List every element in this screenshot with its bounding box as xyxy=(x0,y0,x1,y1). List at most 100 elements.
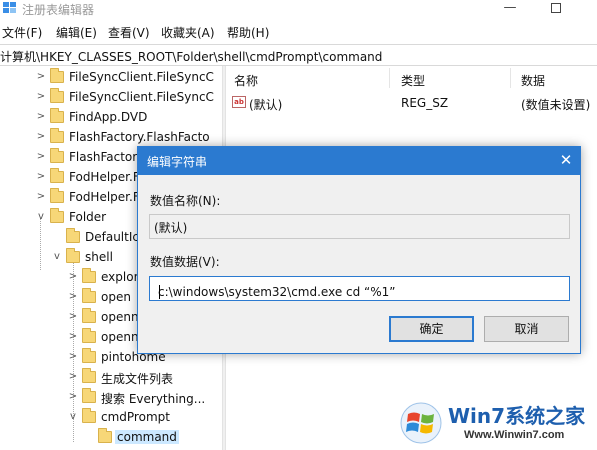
folder-icon xyxy=(82,348,96,363)
dialog-title: 编辑字符串 xyxy=(147,155,208,169)
collapse-chevron-icon[interactable]: v xyxy=(52,252,62,262)
site-watermark: Win7系统之家 Www.Winwin7.com xyxy=(398,396,597,450)
folder-icon xyxy=(82,328,96,343)
expand-chevron-icon[interactable]: > xyxy=(36,72,46,82)
dialog-title-bar[interactable]: 编辑字符串 ✕ xyxy=(138,147,580,175)
string-value-icon: ab xyxy=(232,96,246,108)
folder-icon xyxy=(50,88,64,103)
registry-app-icon xyxy=(3,2,16,13)
value-data-string: c:\windows\system32\cmd.exe cd “%1” xyxy=(158,285,396,299)
value-name-field: (默认) xyxy=(149,214,570,239)
windows-flag-logo-icon xyxy=(400,402,442,444)
tree-item-label: cmdPrompt xyxy=(101,410,170,424)
menu-help[interactable]: 帮助(H) xyxy=(227,24,269,41)
expand-chevron-icon[interactable]: > xyxy=(68,352,78,362)
expand-chevron-icon[interactable]: > xyxy=(36,192,46,202)
expand-chevron-icon[interactable]: > xyxy=(68,372,78,382)
ok-button[interactable]: 确定 xyxy=(389,316,474,342)
folder-icon xyxy=(66,228,80,243)
folder-icon xyxy=(50,148,64,163)
tree-item-label: openn xyxy=(101,310,139,324)
tree-item-label: FlashFactory.FlashFacto xyxy=(69,130,210,144)
expand-chevron-icon[interactable]: > xyxy=(36,152,46,162)
tree-item-cmdprompt[interactable]: v cmdPrompt xyxy=(0,408,222,428)
folder-icon xyxy=(82,388,96,403)
expand-chevron-icon[interactable]: > xyxy=(68,392,78,402)
tree-item-label: openn xyxy=(101,330,139,344)
folder-icon xyxy=(50,108,64,123)
column-separator[interactable] xyxy=(510,68,511,88)
tree-item-generate-file-list[interactable]: > 生成文件列表 xyxy=(0,368,222,388)
folder-icon xyxy=(82,288,96,303)
folder-icon xyxy=(50,68,64,83)
folder-icon xyxy=(50,188,64,203)
folder-icon xyxy=(82,268,96,283)
menu-file[interactable]: 文件(F) xyxy=(2,24,42,41)
tree-item-label: FileSyncClient.FileSyncC xyxy=(69,70,214,84)
expand-chevron-icon[interactable]: > xyxy=(68,332,78,342)
tree-item-label: command xyxy=(115,430,179,444)
tree-item-label: Folder xyxy=(69,210,107,224)
watermark-url: Www.Winwin7.com xyxy=(464,429,565,441)
address-path[interactable]: 计算机\HKEY_CLASSES_ROOT\Folder\shell\cmdPr… xyxy=(0,48,382,65)
tree-item-command[interactable]: command xyxy=(0,428,222,448)
value-name-label: 数值名称(N): xyxy=(150,194,221,208)
tree-item-findapp-dvd[interactable]: > FindApp.DVD xyxy=(0,108,222,128)
expand-chevron-icon[interactable]: > xyxy=(36,132,46,142)
tree-item-label: 生成文件列表 xyxy=(101,372,174,386)
folder-icon xyxy=(50,168,64,183)
collapse-chevron-icon[interactable]: v xyxy=(36,212,46,222)
tree-item-label: FodHelper.F xyxy=(69,170,140,184)
tree-item-label: FileSyncClient.FileSyncC xyxy=(69,90,214,104)
edit-string-dialog: 编辑字符串 ✕ 数值名称(N): (默认) 数值数据(V): c:\window… xyxy=(137,146,581,354)
column-header-data[interactable]: 数据 xyxy=(521,72,545,89)
menu-edit[interactable]: 编辑(E) xyxy=(56,24,97,41)
expand-chevron-icon[interactable]: > xyxy=(68,272,78,282)
tree-item-flashfactory-1[interactable]: > FlashFactory.FlashFacto xyxy=(0,128,222,148)
tree-item-label: FodHelper.F xyxy=(69,190,140,204)
value-data-cell: (数值未设置) xyxy=(521,98,591,112)
tree-item-search-everything[interactable]: > 搜索 Everything... xyxy=(0,388,222,408)
folder-icon xyxy=(82,408,96,423)
menu-bar: 文件(F) 编辑(E) 查看(V) 收藏夹(A) 帮助(H) xyxy=(0,18,597,44)
value-data-input[interactable]: c:\windows\system32\cmd.exe cd “%1” xyxy=(149,276,570,301)
expand-chevron-icon[interactable]: > xyxy=(68,292,78,302)
address-bar[interactable]: 计算机\HKEY_CLASSES_ROOT\Folder\shell\cmdPr… xyxy=(0,44,597,66)
folder-icon xyxy=(66,248,80,263)
tree-item-filesyncclient-1[interactable]: > FileSyncClient.FileSyncC xyxy=(0,68,222,88)
expand-chevron-icon[interactable]: > xyxy=(36,172,46,182)
column-header-type[interactable]: 类型 xyxy=(401,72,425,89)
expand-chevron-icon xyxy=(52,232,62,242)
folder-icon xyxy=(50,208,64,223)
value-name-cell[interactable]: (默认) xyxy=(249,96,282,113)
tree-item-filesyncclient-2[interactable]: > FileSyncClient.FileSyncC xyxy=(0,88,222,108)
tree-item-label: explor xyxy=(101,270,139,284)
folder-icon xyxy=(82,368,96,383)
tree-item-label: 搜索 Everything... xyxy=(101,392,206,406)
close-icon[interactable]: ✕ xyxy=(556,150,576,170)
collapse-chevron-icon[interactable]: v xyxy=(68,412,78,422)
menu-favorites[interactable]: 收藏夹(A) xyxy=(161,24,215,41)
column-header-name[interactable]: 名称 xyxy=(234,72,258,89)
cancel-button[interactable]: 取消 xyxy=(484,316,569,342)
folder-icon xyxy=(82,308,96,323)
value-name-text: (默认) xyxy=(154,221,188,235)
expand-chevron-icon[interactable]: > xyxy=(36,112,46,122)
column-separator[interactable] xyxy=(389,68,390,88)
expand-chevron-icon[interactable]: > xyxy=(36,92,46,102)
tree-item-label: FindApp.DVD xyxy=(69,110,148,124)
folder-icon xyxy=(50,128,64,143)
folder-icon xyxy=(98,428,112,443)
value-type-cell: REG_SZ xyxy=(401,96,449,110)
minimize-button[interactable]: — xyxy=(503,0,517,16)
watermark-brand: Win7系统之家 xyxy=(448,404,586,428)
title-bar: 注册表编辑器 — xyxy=(0,0,597,18)
menu-view[interactable]: 查看(V) xyxy=(108,24,150,41)
tree-item-label: shell xyxy=(85,250,113,264)
expand-chevron-icon xyxy=(84,432,94,442)
window-title: 注册表编辑器 xyxy=(22,3,95,17)
tree-item-label: open xyxy=(101,290,131,304)
expand-chevron-icon[interactable]: > xyxy=(68,312,78,322)
value-data-label: 数值数据(V): xyxy=(150,255,220,269)
maximize-button[interactable] xyxy=(551,3,561,13)
